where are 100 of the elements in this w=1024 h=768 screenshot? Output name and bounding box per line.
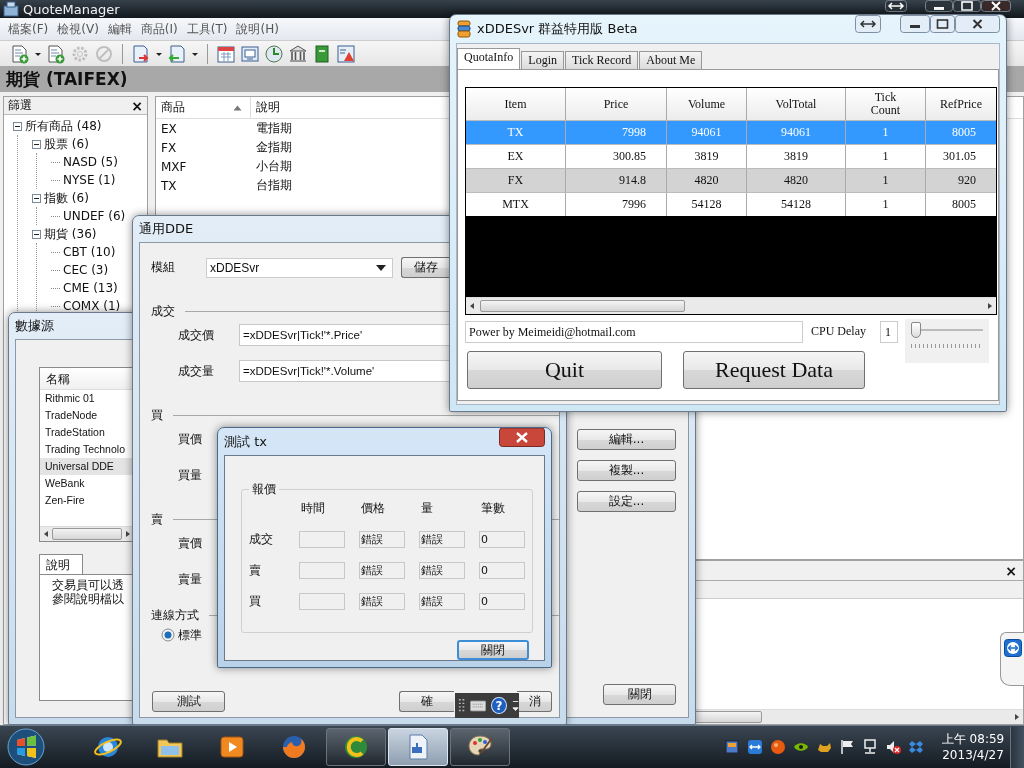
field-label: 賣量	[178, 570, 202, 588]
table-cell: 54128	[667, 193, 747, 216]
input-field: 錯誤	[359, 593, 405, 610]
window-title: xDDESvr 群益特用版 Beta	[477, 20, 638, 38]
tree-item[interactable]: 期貨 (36)	[44, 225, 97, 243]
button[interactable]: 複製...	[577, 460, 676, 481]
tree-item[interactable]: COMX (1)	[63, 299, 121, 313]
list-item[interactable]: TradeStation	[40, 424, 132, 441]
table-row[interactable]: FX 914.8 4820 4820 1 920	[466, 168, 996, 192]
field-label: 買價	[178, 430, 202, 448]
tree-item[interactable]: 股票 (6)	[44, 135, 89, 153]
table-cell-text: FX	[160, 140, 178, 155]
list-item[interactable]: Zen-Fire	[40, 492, 132, 509]
table-cell: 7996	[566, 193, 667, 216]
table-row[interactable]: MTX 7996 54128 54128 1 8005	[466, 192, 996, 216]
radio-label: 標準	[178, 626, 202, 644]
section-title: 連線方式	[151, 606, 199, 624]
column-label: 時間	[300, 500, 326, 517]
tab[interactable]: 說明	[39, 554, 83, 574]
close-button[interactable]: ×	[131, 98, 143, 113]
section-title: 賣	[151, 510, 163, 528]
status-field: Power by Meimeidi@hotmail.com	[465, 321, 803, 343]
clock-date[interactable]: 2013/4/27	[942, 747, 1004, 763]
close-button[interactable]: 關閉	[603, 684, 676, 705]
input-field: 0	[479, 531, 525, 548]
field-label: 賣價	[178, 534, 202, 552]
list-item[interactable]: WeBank	[40, 475, 132, 492]
cancel-button[interactable]: 消	[517, 691, 552, 712]
list-item[interactable]: Rithmic 01	[40, 390, 132, 407]
list-item[interactable]: Universal DDE	[40, 458, 132, 475]
input-field: 0	[479, 593, 525, 610]
menu-item[interactable]: 說明(H)	[236, 20, 279, 38]
tab[interactable]: Login	[521, 51, 564, 69]
tree-item[interactable]: 所有商品 (48)	[25, 117, 102, 135]
tree-item[interactable]: CME (13)	[63, 281, 118, 295]
list-item[interactable]: Trading Technolo	[40, 441, 132, 458]
tree-item[interactable]: NYSE (1)	[63, 173, 116, 187]
menu-item[interactable]: 編輯	[107, 20, 132, 38]
save-button[interactable]: 儲存	[401, 257, 450, 278]
window-title: QuoteManager	[23, 1, 120, 17]
menu-item[interactable]: 檔案(F)	[8, 20, 49, 38]
table-cell-text: TX	[160, 178, 178, 193]
table-cell: MTX	[466, 193, 566, 216]
close-button[interactable]: ×	[1005, 563, 1017, 578]
tree-item[interactable]: UNDEF (6)	[63, 209, 126, 223]
table-cell-text: EX	[160, 121, 178, 136]
field-label: 買量	[178, 466, 202, 484]
input-field[interactable]: 1	[880, 321, 898, 343]
button[interactable]: 編輯...	[577, 429, 676, 450]
menu-item[interactable]: 檢視(V)	[57, 20, 99, 38]
menu-item[interactable]: 商品(I)	[140, 20, 178, 38]
input-field: 錯誤	[419, 531, 465, 548]
row-label: 賣	[249, 562, 262, 579]
input-field[interactable]: =xDDESvr|Tick!'*.Price'	[239, 324, 450, 346]
request-button[interactable]: Request Data	[683, 351, 865, 389]
input-field: 錯誤	[419, 593, 465, 610]
table-cell: 1	[846, 193, 926, 216]
window-title: 數據源	[15, 317, 54, 335]
button[interactable]: 設定...	[577, 491, 676, 512]
field-label: 成交量	[178, 362, 214, 380]
tree-item[interactable]: 指數 (6)	[44, 189, 89, 207]
description-text: 交易員可以透	[52, 578, 125, 592]
tab[interactable]: Tick Record	[565, 51, 639, 69]
row-label: 成交	[249, 531, 274, 548]
table-row[interactable]: EX 300.85 3819 3819 1 301.05	[466, 144, 996, 168]
window-title: 通用DDE	[139, 220, 194, 238]
tab[interactable]: About Me	[639, 51, 703, 69]
list-item[interactable]: TradeNode	[40, 407, 132, 424]
input-field: 錯誤	[419, 562, 465, 579]
table-cell-text: 8005	[951, 124, 977, 141]
tree-item[interactable]: NASD (5)	[63, 155, 118, 169]
column-label: 筆數	[480, 500, 506, 517]
panel-title: 篩選	[8, 97, 32, 114]
table-cell-text: 台指期	[255, 177, 293, 194]
table-cell-text: 電指期	[255, 120, 293, 137]
table-cell-text: 301.05	[942, 148, 977, 165]
input-field[interactable]: =xDDESvr|Tick!'*.Volume'	[239, 360, 450, 382]
input-field: 0	[479, 562, 525, 579]
section-title: 買	[151, 406, 163, 424]
table-cell-text: MXF	[160, 159, 188, 174]
table-cell-text: 920	[957, 172, 977, 189]
test-button[interactable]: 測試	[152, 691, 225, 712]
tab[interactable]: QuotaInfo	[457, 48, 521, 69]
input-field: 錯誤	[359, 562, 405, 579]
table-cell: 54128	[747, 193, 846, 216]
help-button[interactable]: ?	[491, 697, 507, 714]
ok-button[interactable]: 確	[399, 691, 454, 712]
clock-time[interactable]: 上午 08:59	[941, 731, 1005, 747]
section-title: 成交	[151, 302, 175, 320]
row-label: 買	[249, 593, 262, 610]
table-cell-text: 8005	[951, 196, 977, 213]
description-text: 參閱說明檔以	[52, 592, 125, 606]
tree-item[interactable]: CBT (10)	[63, 245, 116, 259]
field-label: CPU Delay	[810, 323, 867, 340]
group-label: 報價	[251, 481, 277, 498]
quit-button[interactable]: Quit	[467, 351, 662, 389]
close-button[interactable]: 關閉	[457, 640, 529, 660]
tree-item[interactable]: CEC (3)	[63, 263, 109, 277]
menu-item[interactable]: 工具(T)	[186, 20, 228, 38]
dropdown[interactable]: xDDESvr	[206, 257, 393, 278]
